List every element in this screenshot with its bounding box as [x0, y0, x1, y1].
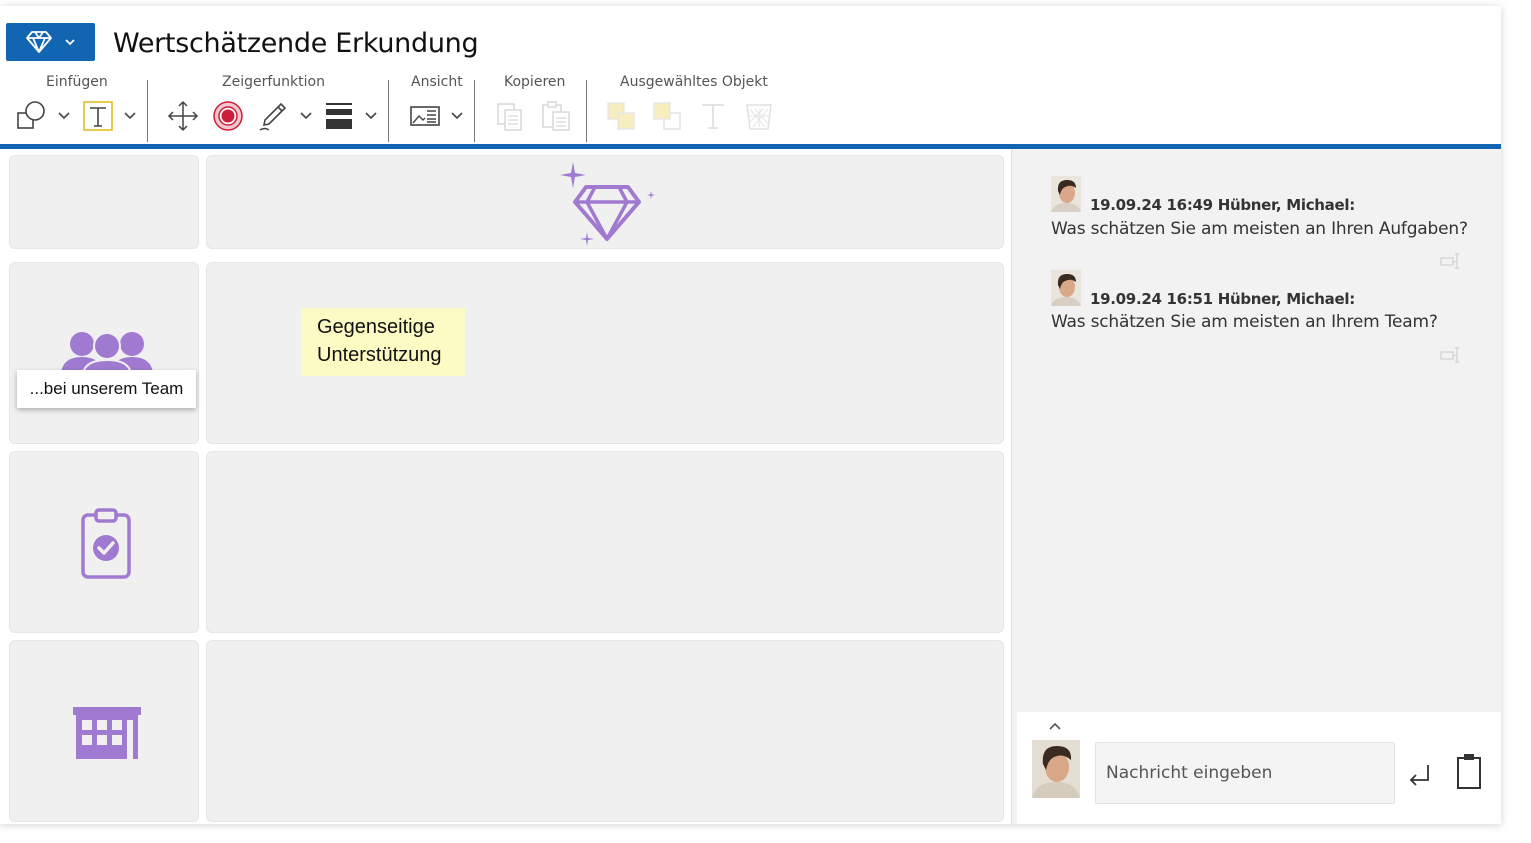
paste-button[interactable]	[539, 99, 573, 133]
chevron-up-icon[interactable]	[1048, 722, 1062, 731]
building-icon	[73, 707, 141, 759]
clipboard-check-icon	[81, 508, 131, 579]
chevron-down-icon	[451, 112, 463, 120]
chevron-down-icon	[64, 39, 75, 46]
trash-icon	[746, 104, 772, 130]
send-enter-icon[interactable]	[1406, 763, 1432, 789]
insert-text-button[interactable]	[81, 99, 115, 133]
pin-to-board-icon[interactable]	[1440, 346, 1462, 364]
whiteboard-canvas[interactable]	[0, 149, 1011, 824]
shapes-icon	[17, 101, 45, 129]
laser-pointer-button[interactable]	[211, 99, 245, 133]
toolbar-divider	[147, 80, 148, 142]
toolbar-divider	[388, 80, 389, 142]
move-tool-button[interactable]	[166, 99, 200, 133]
header-toolbar: Wertschätzende Erkundung Einfügen Zeiger…	[0, 6, 1501, 150]
bring-to-front-button[interactable]	[604, 99, 638, 133]
edit-text-button[interactable]	[696, 99, 730, 133]
sticky-note-line: Unterstützung	[317, 344, 442, 366]
line-width-dropdown[interactable]	[364, 109, 378, 123]
app-menu-button[interactable]	[6, 23, 95, 61]
row-content-cell[interactable]	[206, 451, 1004, 633]
diamond-sparkle-icon	[560, 162, 655, 246]
row-label-cell[interactable]	[9, 262, 199, 444]
line-weight-icon	[326, 103, 352, 129]
chevron-down-icon	[300, 112, 312, 120]
move-arrows-icon	[167, 100, 199, 132]
pin-to-board-icon[interactable]	[1440, 252, 1462, 270]
group-label-view: Ansicht	[411, 74, 463, 90]
message-input[interactable]	[1095, 742, 1395, 804]
pen-tool-dropdown[interactable]	[299, 109, 313, 123]
row-content-cell[interactable]	[206, 155, 1004, 249]
insert-shape-dropdown[interactable]	[57, 109, 71, 123]
sticky-note-line: Gegenseitige	[317, 316, 435, 338]
avatar	[1051, 270, 1081, 306]
app-window: Wertschätzende Erkundung Einfügen Zeiger…	[0, 6, 1501, 824]
chevron-down-icon	[365, 112, 377, 120]
team-card[interactable]: ...bei unserem Team	[17, 370, 196, 408]
chevron-down-icon	[124, 112, 136, 120]
copy-button[interactable]	[493, 99, 527, 133]
avatar	[1032, 740, 1080, 798]
text-icon	[702, 104, 724, 129]
pen-tool-button[interactable]	[256, 99, 290, 133]
view-mode-dropdown[interactable]	[450, 109, 464, 123]
view-layout-icon	[410, 106, 440, 126]
laser-pointer-icon	[213, 101, 243, 131]
message-meta: 19.09.24 16:49 Hübner, Michael:	[1090, 196, 1355, 214]
sticky-note[interactable]: Gegenseitige Unterstützung	[301, 308, 465, 376]
view-mode-button[interactable]	[408, 99, 442, 133]
row-label-cell[interactable]	[9, 451, 199, 633]
avatar	[1051, 176, 1081, 212]
group-label-pointer: Zeigerfunktion	[222, 74, 325, 90]
group-label-insert: Einfügen	[46, 74, 108, 90]
clipboard-icon[interactable]	[1456, 752, 1482, 790]
delete-object-button[interactable]	[742, 99, 776, 133]
message-text: Was schätzen Sie am meisten an Ihren Auf…	[1051, 219, 1468, 239]
paste-icon	[542, 101, 570, 131]
diamond-icon	[25, 31, 52, 53]
group-label-selected-object: Ausgewähltes Objekt	[620, 74, 768, 90]
page-title: Wertschätzende Erkundung	[113, 28, 479, 59]
group-label-copy: Kopieren	[504, 74, 566, 90]
message-text: Was schätzen Sie am meisten an Ihrem Tea…	[1051, 312, 1438, 332]
text-box-icon	[83, 101, 113, 131]
send-to-back-button[interactable]	[650, 99, 684, 133]
team-icon	[61, 332, 153, 373]
toolbar-divider	[586, 80, 587, 142]
pen-icon	[259, 102, 287, 131]
line-width-button[interactable]	[322, 99, 356, 133]
row-label-cell[interactable]	[9, 640, 199, 822]
insert-text-dropdown[interactable]	[123, 109, 137, 123]
copy-icon	[497, 103, 522, 131]
row-label-cell[interactable]	[9, 155, 199, 249]
toolbar-divider	[474, 80, 475, 142]
bring-to-front-icon	[607, 102, 635, 130]
row-content-cell[interactable]	[206, 640, 1004, 822]
insert-shape-button[interactable]	[14, 99, 48, 133]
chevron-down-icon	[58, 112, 70, 120]
message-meta: 19.09.24 16:51 Hübner, Michael:	[1090, 290, 1355, 308]
send-to-back-icon	[653, 102, 681, 130]
